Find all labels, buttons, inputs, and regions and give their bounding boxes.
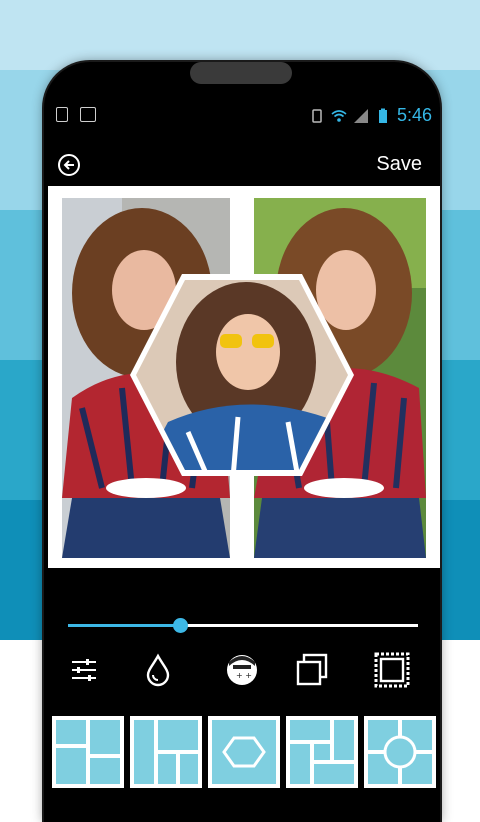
status-bar: 5:46 bbox=[44, 102, 440, 130]
layout-grid-3-icon bbox=[290, 720, 354, 784]
svg-text:+ +: + + bbox=[236, 671, 252, 680]
collage-canvas bbox=[48, 186, 440, 568]
slider-track[interactable] bbox=[68, 618, 418, 633]
download-notification-icon bbox=[56, 107, 68, 122]
layers-button[interactable] bbox=[290, 648, 334, 692]
layout-hexagon[interactable] bbox=[208, 716, 280, 788]
tool-bar: + + bbox=[48, 648, 440, 698]
layout-picker bbox=[50, 716, 440, 794]
vibrate-icon bbox=[312, 108, 322, 123]
frame-button[interactable] bbox=[370, 648, 414, 692]
adjust-button[interactable] bbox=[62, 648, 106, 692]
signal-icon bbox=[353, 108, 368, 123]
sticker-button[interactable]: + + bbox=[220, 648, 264, 692]
bg-stripe bbox=[0, 0, 480, 70]
woman-sunglasses-photo bbox=[130, 274, 354, 476]
drop-icon bbox=[146, 653, 170, 687]
back-button[interactable] bbox=[58, 154, 80, 176]
color-button[interactable] bbox=[136, 648, 180, 692]
layout-circle[interactable] bbox=[364, 716, 436, 788]
wifi-icon bbox=[331, 109, 347, 122]
slider-fill bbox=[68, 624, 180, 627]
layout-grid-2-icon bbox=[134, 720, 198, 784]
layout-hexagon-icon bbox=[212, 720, 276, 784]
phone-speaker bbox=[190, 62, 292, 84]
slider-thumb[interactable] bbox=[173, 618, 188, 633]
save-button[interactable]: Save bbox=[376, 153, 422, 176]
sliders-icon bbox=[72, 659, 96, 681]
frame-icon bbox=[374, 652, 410, 688]
battery-icon bbox=[378, 108, 387, 123]
layout-grid-1-icon bbox=[56, 720, 120, 784]
layers-icon bbox=[296, 653, 328, 686]
intensity-slider[interactable] bbox=[48, 600, 440, 640]
layout-grid-2[interactable] bbox=[130, 716, 202, 788]
app-bar: Save bbox=[44, 148, 440, 184]
layout-grid-3[interactable] bbox=[286, 716, 358, 788]
sticker-face-icon: + + bbox=[227, 655, 257, 685]
image-notification-icon bbox=[80, 107, 96, 122]
back-arrow-icon bbox=[63, 160, 74, 170]
layout-grid-1[interactable] bbox=[52, 716, 124, 788]
status-clock: 5:46 bbox=[396, 105, 432, 125]
layout-circle-icon bbox=[368, 720, 432, 784]
photo-center-hexagon[interactable] bbox=[128, 272, 356, 478]
